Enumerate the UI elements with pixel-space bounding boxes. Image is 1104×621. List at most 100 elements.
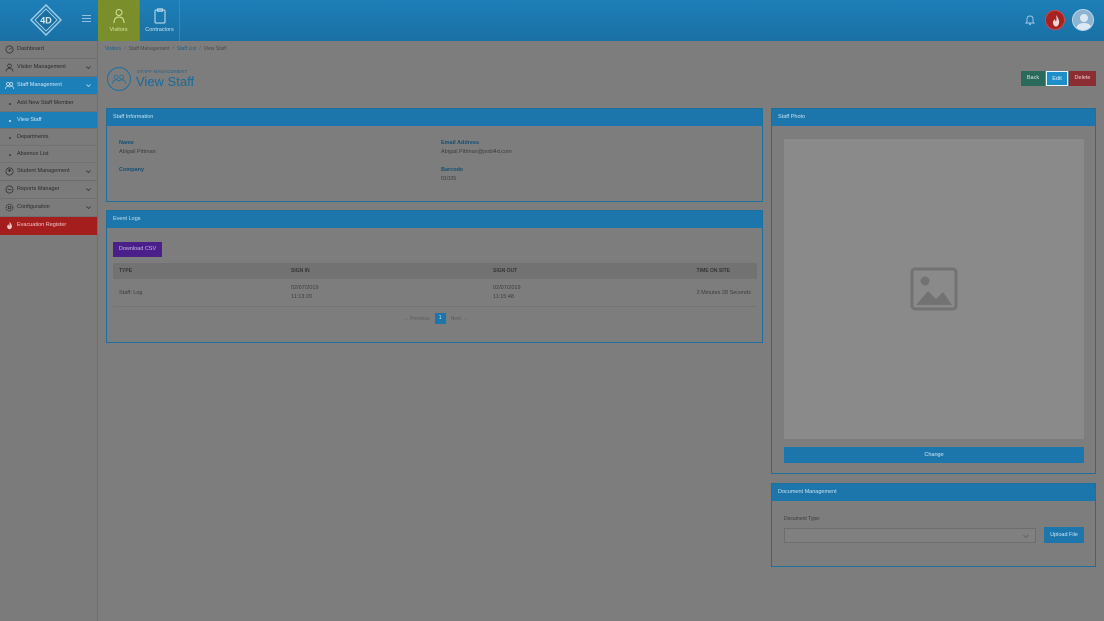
clipboard-icon xyxy=(154,8,165,24)
cell-sign-out-date: 02/07/2019 xyxy=(493,285,521,291)
table-row: Staff: Log 02/07/2019 11:13:20 02/07/201… xyxy=(113,280,757,307)
fire-icon xyxy=(7,221,12,230)
sidebar-item-visitor-management[interactable]: Visitor Management xyxy=(0,59,97,77)
sidebar-item-label: Departments xyxy=(17,134,49,140)
bullet xyxy=(9,120,11,122)
staff-management-icon xyxy=(107,67,131,91)
table-header: TYPE SIGN IN SIGN OUT TIME ON SITE xyxy=(113,263,757,279)
panel-heading: Document Management xyxy=(772,484,1095,501)
name-value: Abigail Pittman xyxy=(119,149,156,155)
staff-icon xyxy=(5,82,14,90)
email-value: Abigail.Pittman@pobl4d.com xyxy=(441,149,512,155)
upload-file-button[interactable]: Upload File xyxy=(1044,527,1084,543)
pagination: ← Previous 1 Next → xyxy=(107,313,764,324)
chevron-down-icon xyxy=(1023,534,1029,538)
chevron-down-icon xyxy=(86,66,91,69)
sidebar-item-label: Absence List xyxy=(17,151,49,157)
name-label: Name xyxy=(119,140,134,146)
cell-sign-in-date: 02/07/2019 xyxy=(291,285,319,291)
event-logs-panel: Event Logs Download CSV TYPE SIGN IN SIG… xyxy=(106,210,763,343)
image-placeholder-icon xyxy=(910,267,958,311)
tab-contractors[interactable]: Contractors xyxy=(139,0,180,41)
sidebar-item-label: Staff Management xyxy=(17,82,62,88)
tab-visitors[interactable]: Visitors xyxy=(98,0,139,41)
user-icon xyxy=(1076,14,1092,30)
delete-button[interactable]: Delete xyxy=(1069,71,1096,86)
sidebar-item-evacuation-register[interactable]: Evacuation Register xyxy=(0,217,97,235)
column-header-sign-out[interactable]: SIGN OUT xyxy=(493,268,517,274)
sidebar-item-label: Configuration xyxy=(17,204,50,210)
document-management-panel: Document Management Document Type: Uploa… xyxy=(771,483,1096,567)
document-type-label: Document Type: xyxy=(784,516,821,522)
cell-type: Staff: Log xyxy=(119,290,143,296)
bullet xyxy=(9,103,11,105)
pagination-page-1[interactable]: 1 xyxy=(434,313,446,324)
sidebar-item-departments[interactable]: Departments xyxy=(0,129,97,146)
sidebar-item-view-staff[interactable]: View Staff xyxy=(0,112,97,129)
breadcrumb-separator: / xyxy=(199,46,201,52)
bullet xyxy=(9,154,11,156)
fire-icon xyxy=(1052,15,1060,27)
sidebar-item-dashboard[interactable]: Dashboard xyxy=(0,41,97,59)
chevron-down-icon xyxy=(86,188,91,191)
menu-toggle-icon[interactable] xyxy=(82,15,91,24)
evacuation-alert-button[interactable] xyxy=(1045,10,1065,30)
column-header-type[interactable]: TYPE xyxy=(119,268,132,274)
column-header-time-on-site[interactable]: TIME ON SITE xyxy=(697,268,730,274)
edit-button[interactable]: Edit xyxy=(1046,71,1068,86)
sidebar: Dashboard Visitor Management Staff Manag… xyxy=(0,41,98,621)
cell-time-on-site: 2 Minutes 28 Seconds xyxy=(696,290,751,296)
chevron-down-icon xyxy=(86,170,91,173)
sidebar-item-staff-management[interactable]: Staff Management xyxy=(0,77,97,95)
back-button[interactable]: Back xyxy=(1021,71,1045,86)
breadcrumb-separator: / xyxy=(172,46,174,52)
sidebar-item-label: Reports Manager xyxy=(17,186,60,192)
panel-heading: Event Logs xyxy=(107,211,762,228)
svg-text:4D: 4D xyxy=(40,16,52,26)
barcode-value: 01035 xyxy=(441,176,457,182)
panel-heading: Staff Photo xyxy=(772,109,1095,126)
sidebar-item-add-new-staff[interactable]: Add New Staff Member xyxy=(0,95,97,112)
barcode-label: Barcode xyxy=(441,167,464,173)
breadcrumb-visitors[interactable]: Visitors xyxy=(105,46,121,52)
brand-logo[interactable]: 4D xyxy=(30,4,62,36)
cell-sign-out-time: 11:15:48 xyxy=(493,294,515,300)
visitor-icon xyxy=(113,9,124,24)
breadcrumb: Visitors / Staff Management / Staff List / Vie… xyxy=(105,46,226,52)
breadcrumb-separator: / xyxy=(124,46,126,52)
breadcrumb-staff-list[interactable]: Staff List xyxy=(177,46,196,52)
sidebar-item-label: Dashboard xyxy=(17,46,44,52)
tab-contractors-label: Contractors xyxy=(145,27,174,33)
reports-icon xyxy=(5,185,14,194)
sidebar-item-label: View Staff xyxy=(17,117,42,123)
breadcrumb-staff-management: Staff Management xyxy=(128,46,170,52)
photo-placeholder xyxy=(784,139,1084,439)
tab-visitors-label: Visitors xyxy=(109,27,128,33)
change-photo-button[interactable]: Change xyxy=(784,447,1084,463)
pagination-previous[interactable]: ← Previous xyxy=(404,316,430,322)
sidebar-item-absence-list[interactable]: Absence List xyxy=(0,146,97,163)
chevron-down-icon xyxy=(86,206,91,209)
cell-sign-in-time: 11:13:20 xyxy=(291,294,313,300)
sidebar-item-configuration[interactable]: Configuration xyxy=(0,199,97,217)
column-header-sign-in[interactable]: SIGN IN xyxy=(291,268,310,274)
email-label: Email Address xyxy=(441,140,480,146)
page-title: View Staff xyxy=(136,74,195,89)
document-type-select[interactable] xyxy=(784,528,1036,543)
user-avatar[interactable] xyxy=(1072,9,1094,31)
breadcrumb-current: View Staff xyxy=(203,46,226,52)
bell-icon[interactable] xyxy=(1024,14,1036,26)
bullet xyxy=(9,137,11,139)
chevron-down-icon xyxy=(86,84,91,87)
dashboard-icon xyxy=(5,45,14,54)
gear-icon xyxy=(5,203,14,212)
pagination-next[interactable]: Next → xyxy=(451,316,468,322)
sidebar-item-student-management[interactable]: Student Management xyxy=(0,163,97,181)
top-bar: 4D Visitors Contractors xyxy=(0,0,1104,41)
company-label: Company xyxy=(119,167,145,173)
download-csv-button[interactable]: Download CSV xyxy=(113,242,162,257)
sidebar-item-reports-manager[interactable]: Reports Manager xyxy=(0,181,97,199)
staff-information-panel: Staff Information Name Abigail Pittman E… xyxy=(106,108,763,202)
staff-photo-panel: Staff Photo Change xyxy=(771,108,1096,474)
person-icon xyxy=(5,63,14,72)
